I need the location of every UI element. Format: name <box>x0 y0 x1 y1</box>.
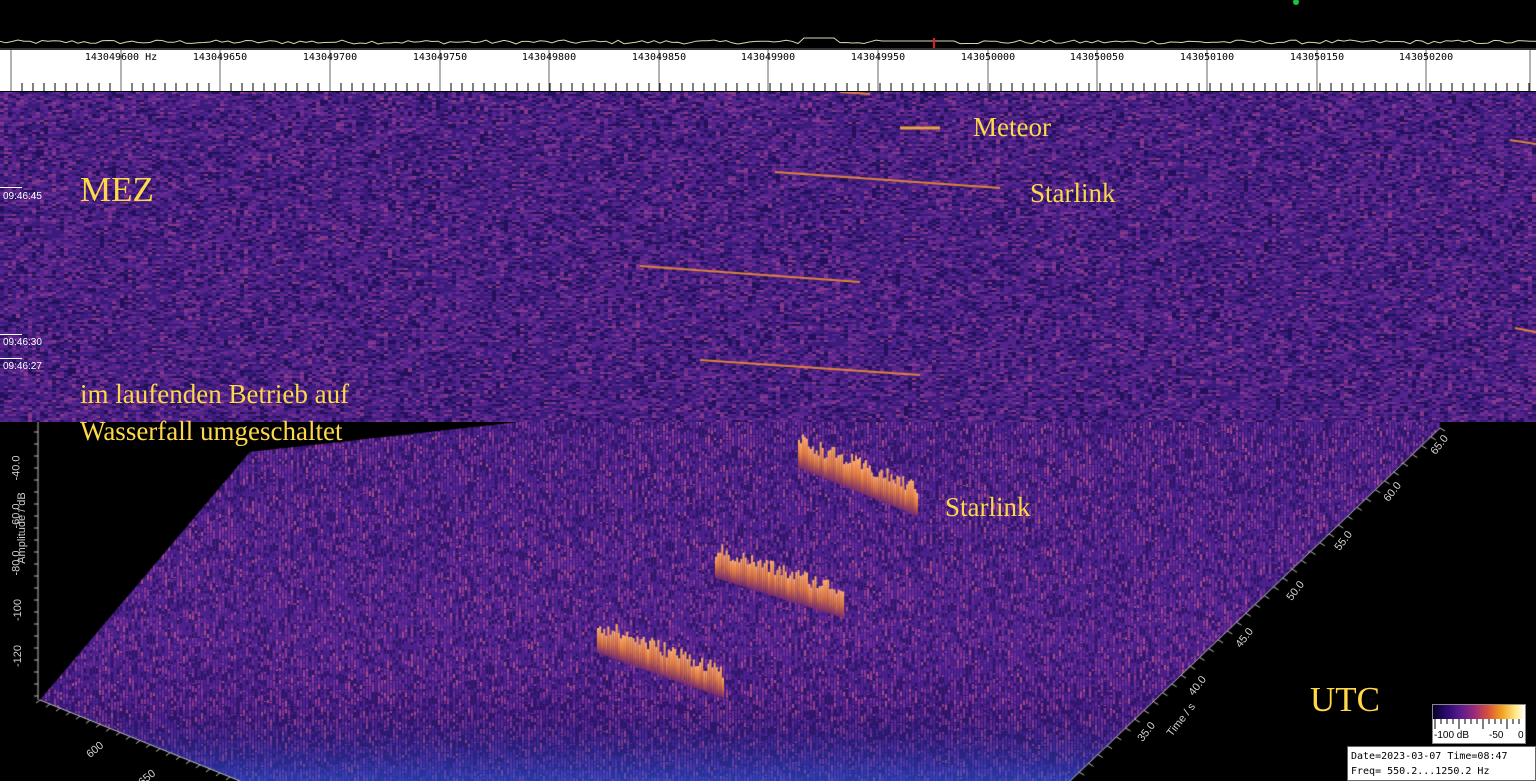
time-marker-2 <box>0 334 22 335</box>
amp-tick-5: -120 <box>12 644 25 668</box>
freq-label-4: 143049750 <box>412 52 468 63</box>
annotation-starlink-waterfall: Starlink <box>1030 178 1116 208</box>
time-label-3: 09:46:27 <box>3 361 42 372</box>
plot-3d[interactable]: Amplitude / dB -40.0 -60.0 -80.0 -100 -1… <box>0 422 1536 781</box>
colorbar-label-max: 0 <box>1518 730 1524 741</box>
time-marker-1 <box>0 187 22 188</box>
color-gradient <box>1433 705 1525 719</box>
frequency-scale[interactable]: 143049600 Hz 143049650 143049700 1430497… <box>0 50 1536 92</box>
freq-label-7: 143049900 <box>740 52 796 63</box>
colorbar-label-min: -100 dB <box>1434 730 1470 741</box>
time-label-2: 09:46:30 <box>3 337 42 348</box>
waterfall-canvas <box>0 92 1536 422</box>
freq-label-6: 143049850 <box>631 52 687 63</box>
color-scale-ticks <box>1434 719 1520 729</box>
annotation-mez: MEZ <box>80 170 154 209</box>
annotation-meteor: Meteor <box>973 112 1051 142</box>
annotation-betrieb-line1: im laufenden Betrieb auf <box>80 379 350 409</box>
freq-label-13: 143050200 <box>1398 52 1454 63</box>
annotation-starlink-3d: Starlink <box>945 492 1031 522</box>
spectrum-display[interactable] <box>0 0 1536 50</box>
annotation-utc: UTC <box>1310 680 1380 719</box>
freq-label-2: 143049650 <box>192 52 248 63</box>
info-box: Date=2023-03-07 Time=08:47 Freq= 550.2..… <box>1347 746 1536 781</box>
annotation-betrieb-line2: Wasserfall umgeschaltet <box>80 416 343 446</box>
color-scale-bar[interactable]: -100 dB -50 0 <box>1432 704 1526 744</box>
time-marker-3 <box>0 358 22 359</box>
amp-tick-2: -60.0 <box>10 503 23 529</box>
colorbar-label-mid: -50 <box>1489 730 1504 741</box>
time-label-1: 09:46:45 <box>3 191 42 202</box>
freq-label-10: 143050050 <box>1069 52 1125 63</box>
marker-green <box>1293 0 1299 5</box>
freq-label-8: 143049950 <box>850 52 906 63</box>
freq-label-9: 143050000 <box>960 52 1016 63</box>
amp-tick-1: -40.0 <box>10 455 23 481</box>
info-frequency-range: Freq= 550.2...1250.2 Hz <box>1351 766 1490 777</box>
waterfall-display[interactable]: 09:46:45 09:46:30 09:46:27 <box>0 92 1536 422</box>
freq-label-11: 143050100 <box>1179 52 1235 63</box>
freq-label-1: 143049600 Hz <box>84 52 158 63</box>
info-date-time: Date=2023-03-07 Time=08:47 <box>1351 751 1508 762</box>
amp-tick-3: -80.0 <box>10 550 23 576</box>
plot-3d-canvas <box>0 422 1536 781</box>
spectrum-lab-window: 143049600 Hz 143049650 143049700 1430497… <box>0 0 1536 781</box>
freq-label-3: 143049700 <box>302 52 358 63</box>
spectrum-trace <box>0 0 1536 50</box>
amp-tick-4: -100 <box>12 598 25 622</box>
freq-label-12: 143050150 <box>1289 52 1345 63</box>
freq-label-5: 143049800 <box>521 52 577 63</box>
